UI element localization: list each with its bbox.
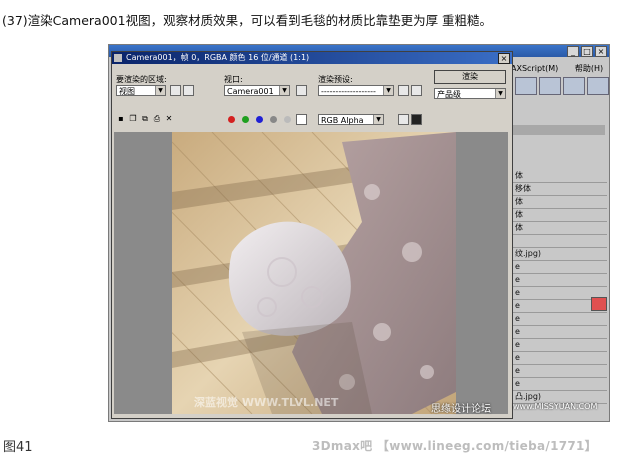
blue-channel-icon[interactable] bbox=[256, 116, 263, 123]
panel-toolbar bbox=[515, 77, 609, 95]
chevron-down-icon: ▼ bbox=[373, 115, 383, 124]
render-frame-window: Camera001，帧 0，RGBA 颜色 16 位/通道 (1:1) × 要渲… bbox=[111, 51, 513, 419]
menu-maxscript[interactable]: AXScript(M) bbox=[511, 64, 558, 73]
command-panel: 体 移体 体 体 体 纹.jpg) e e e e e e e e e e 凸.… bbox=[513, 75, 609, 421]
list-item[interactable]: 体 bbox=[513, 196, 607, 209]
render-setup-icon[interactable] bbox=[539, 77, 561, 95]
list-item[interactable]: 纹.jpg) bbox=[513, 248, 607, 261]
list-item[interactable] bbox=[513, 235, 607, 248]
save-icon[interactable]: ▪ bbox=[116, 114, 126, 124]
copy-icon[interactable]: ❐ bbox=[128, 114, 138, 124]
panel-list: 体 移体 体 体 体 纹.jpg) e e e e e e e e e e 凸.… bbox=[513, 170, 607, 404]
render-button[interactable]: 渲染 bbox=[434, 70, 506, 84]
list-item[interactable]: 体 bbox=[513, 209, 607, 222]
caption-text: (37)渲染Camera001视图，观察材质效果，可以看到毛毯的材质比靠垫更为厚… bbox=[2, 13, 493, 28]
list-item[interactable]: e bbox=[513, 378, 607, 391]
area-label: 要渲染的区域: bbox=[116, 75, 167, 84]
color-swatch[interactable] bbox=[591, 297, 607, 311]
preset-value: ------------------- bbox=[321, 87, 376, 96]
mono-icon[interactable] bbox=[284, 116, 291, 123]
menu-bar: AXScript(M) 帮助(H) bbox=[511, 63, 609, 74]
close-button[interactable]: × bbox=[595, 46, 607, 57]
maximize-button[interactable]: □ bbox=[581, 46, 593, 57]
render-canvas: 深蓝视觉 WWW.TLVL.NET bbox=[114, 132, 508, 414]
list-item[interactable]: e bbox=[513, 326, 607, 339]
channel-dropdown[interactable]: RGB Alpha ▼ bbox=[318, 114, 384, 125]
render-close-button[interactable]: × bbox=[498, 53, 510, 64]
panel-header bbox=[513, 125, 605, 135]
image-watermark: 深蓝视觉 WWW.TLVL.NET bbox=[194, 396, 339, 409]
display-icon[interactable] bbox=[411, 114, 422, 125]
menu-help[interactable]: 帮助(H) bbox=[575, 64, 603, 73]
red-channel-icon[interactable] bbox=[228, 116, 235, 123]
print-icon[interactable]: ⎙ bbox=[152, 114, 162, 124]
chevron-down-icon: ▼ bbox=[383, 86, 393, 95]
chevron-down-icon: ▼ bbox=[495, 89, 505, 98]
site-watermark: www.MISSYUAN.COM bbox=[513, 402, 598, 411]
lock-icon[interactable] bbox=[296, 85, 307, 96]
chevron-down-icon: ▼ bbox=[279, 86, 289, 95]
list-item[interactable]: 移体 bbox=[513, 183, 607, 196]
list-item[interactable]: 体 bbox=[513, 222, 607, 235]
hammer-icon[interactable] bbox=[587, 77, 609, 95]
color-swatch[interactable] bbox=[296, 114, 307, 125]
render-window-title: Camera001，帧 0，RGBA 颜色 16 位/通道 (1:1) × bbox=[112, 52, 512, 64]
product-value: 产品级 bbox=[437, 90, 461, 99]
preset-dropdown[interactable]: ------------------- ▼ bbox=[318, 85, 394, 96]
alpha-channel-icon[interactable] bbox=[270, 116, 277, 123]
list-item[interactable]: e bbox=[513, 261, 607, 274]
list-item[interactable]: e bbox=[513, 365, 607, 378]
auto-region-icon[interactable] bbox=[183, 85, 194, 96]
material-icon[interactable] bbox=[515, 77, 537, 95]
screenshot-frame: _ □ × AXScript(M) 帮助(H) 体 移体 体 体 体 纹.jpg… bbox=[108, 44, 610, 422]
figure-label: 图41 bbox=[3, 440, 33, 455]
edit-region-icon[interactable] bbox=[170, 85, 181, 96]
list-item[interactable]: e bbox=[513, 352, 607, 365]
app-icon bbox=[114, 54, 122, 62]
list-item[interactable]: 体 bbox=[513, 170, 607, 183]
list-item[interactable]: e bbox=[513, 313, 607, 326]
chevron-down-icon: ▼ bbox=[155, 86, 165, 95]
viewport-label: 视口: bbox=[224, 75, 243, 84]
area-dropdown[interactable]: 视图 ▼ bbox=[116, 85, 166, 96]
viewport-dropdown[interactable]: Camera001 ▼ bbox=[224, 85, 290, 96]
viewport-value: Camera001 bbox=[227, 87, 274, 96]
toggle-ui-icon[interactable] bbox=[398, 114, 409, 125]
environment-icon[interactable] bbox=[411, 85, 422, 96]
channel-value: RGB Alpha bbox=[321, 116, 364, 125]
rendered-scene bbox=[172, 132, 456, 414]
preset-label: 渲染预设: bbox=[318, 75, 353, 84]
green-channel-icon[interactable] bbox=[242, 116, 249, 123]
render-image: 深蓝视觉 WWW.TLVL.NET bbox=[172, 132, 456, 414]
list-item[interactable]: e bbox=[513, 339, 607, 352]
clone-icon[interactable]: ⧉ bbox=[140, 114, 150, 124]
forum-watermark: 思缘设计论坛 bbox=[431, 404, 491, 415]
product-dropdown[interactable]: 产品级 ▼ bbox=[434, 88, 506, 99]
render-setup-icon[interactable] bbox=[398, 85, 409, 96]
minimize-button[interactable]: _ bbox=[567, 46, 579, 57]
footer-credit: 3Dmax吧 【www.lineeg.com/tieba/1771】 bbox=[312, 439, 597, 453]
render-icon[interactable] bbox=[563, 77, 585, 95]
render-window-title-text: Camera001，帧 0，RGBA 颜色 16 位/通道 (1:1) bbox=[126, 53, 310, 62]
clear-icon[interactable]: ✕ bbox=[164, 114, 174, 124]
window-buttons: _ □ × bbox=[567, 46, 607, 57]
area-value: 视图 bbox=[119, 87, 135, 96]
list-item[interactable]: e bbox=[513, 274, 607, 287]
